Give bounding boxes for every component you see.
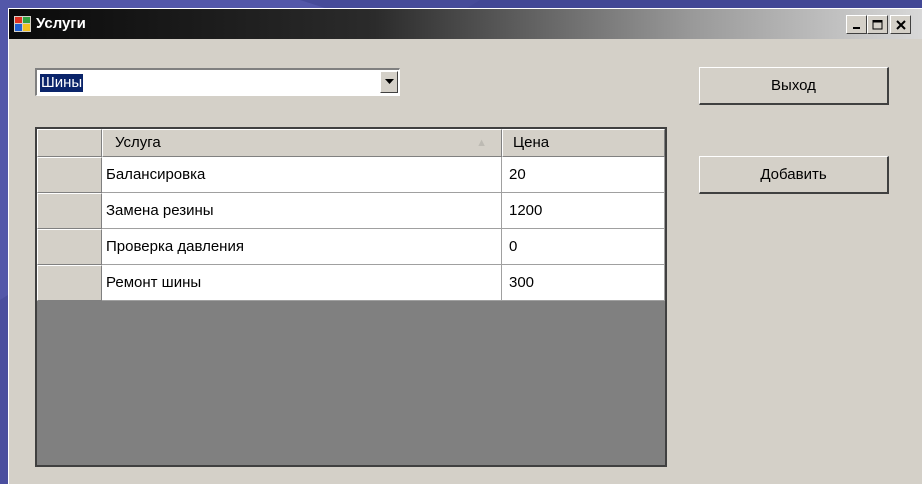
row-header[interactable] [37,157,102,193]
table-row[interactable]: Ремонт шины 300 [37,265,665,301]
cell-price[interactable]: 1200 [502,193,665,229]
category-select[interactable]: Шины [35,68,400,96]
exit-button[interactable]: Выход [699,67,889,105]
cell-price[interactable]: 20 [502,157,665,193]
cell-service[interactable]: Проверка давления [102,229,502,265]
category-select-value: Шины [40,74,84,92]
maximize-button[interactable] [867,15,888,34]
column-header-service[interactable]: Услуга ▲ [102,129,502,157]
row-header[interactable] [37,229,102,265]
table-row[interactable]: Замена резины 1200 [37,193,665,229]
grid-corner-header[interactable] [37,129,102,157]
services-window: Услуги Шины Услуга ▲ Цена Балансировка 2… [8,8,922,484]
add-button[interactable]: Добавить [699,156,889,194]
cell-price[interactable]: 300 [502,265,665,301]
chevron-down-icon [384,79,394,84]
column-header-price-label: Цена [513,134,550,151]
cell-price[interactable]: 0 [502,229,665,265]
table-row[interactable]: Балансировка 20 [37,157,665,193]
window-title: Услуги [36,15,86,32]
sort-ascending-icon: ▲ [476,137,487,149]
app-window-icon [14,16,31,32]
row-header[interactable] [37,265,102,301]
category-dropdown-button[interactable] [380,71,398,93]
title-bar[interactable]: Услуги [9,9,922,39]
minimize-icon [852,26,860,29]
table-row[interactable]: Проверка давления 0 [37,229,665,265]
cell-service[interactable]: Балансировка [102,157,502,193]
maximize-icon [872,19,883,29]
close-button[interactable] [890,15,911,34]
cell-service[interactable]: Замена резины [102,193,502,229]
column-header-price[interactable]: Цена [502,129,665,157]
close-icon [895,19,906,30]
column-header-service-label: Услуга [115,134,161,151]
cell-service[interactable]: Ремонт шины [102,265,502,301]
services-grid[interactable]: Услуга ▲ Цена Балансировка 20 Замена рез… [35,127,667,467]
minimize-button[interactable] [846,15,867,34]
row-header[interactable] [37,193,102,229]
